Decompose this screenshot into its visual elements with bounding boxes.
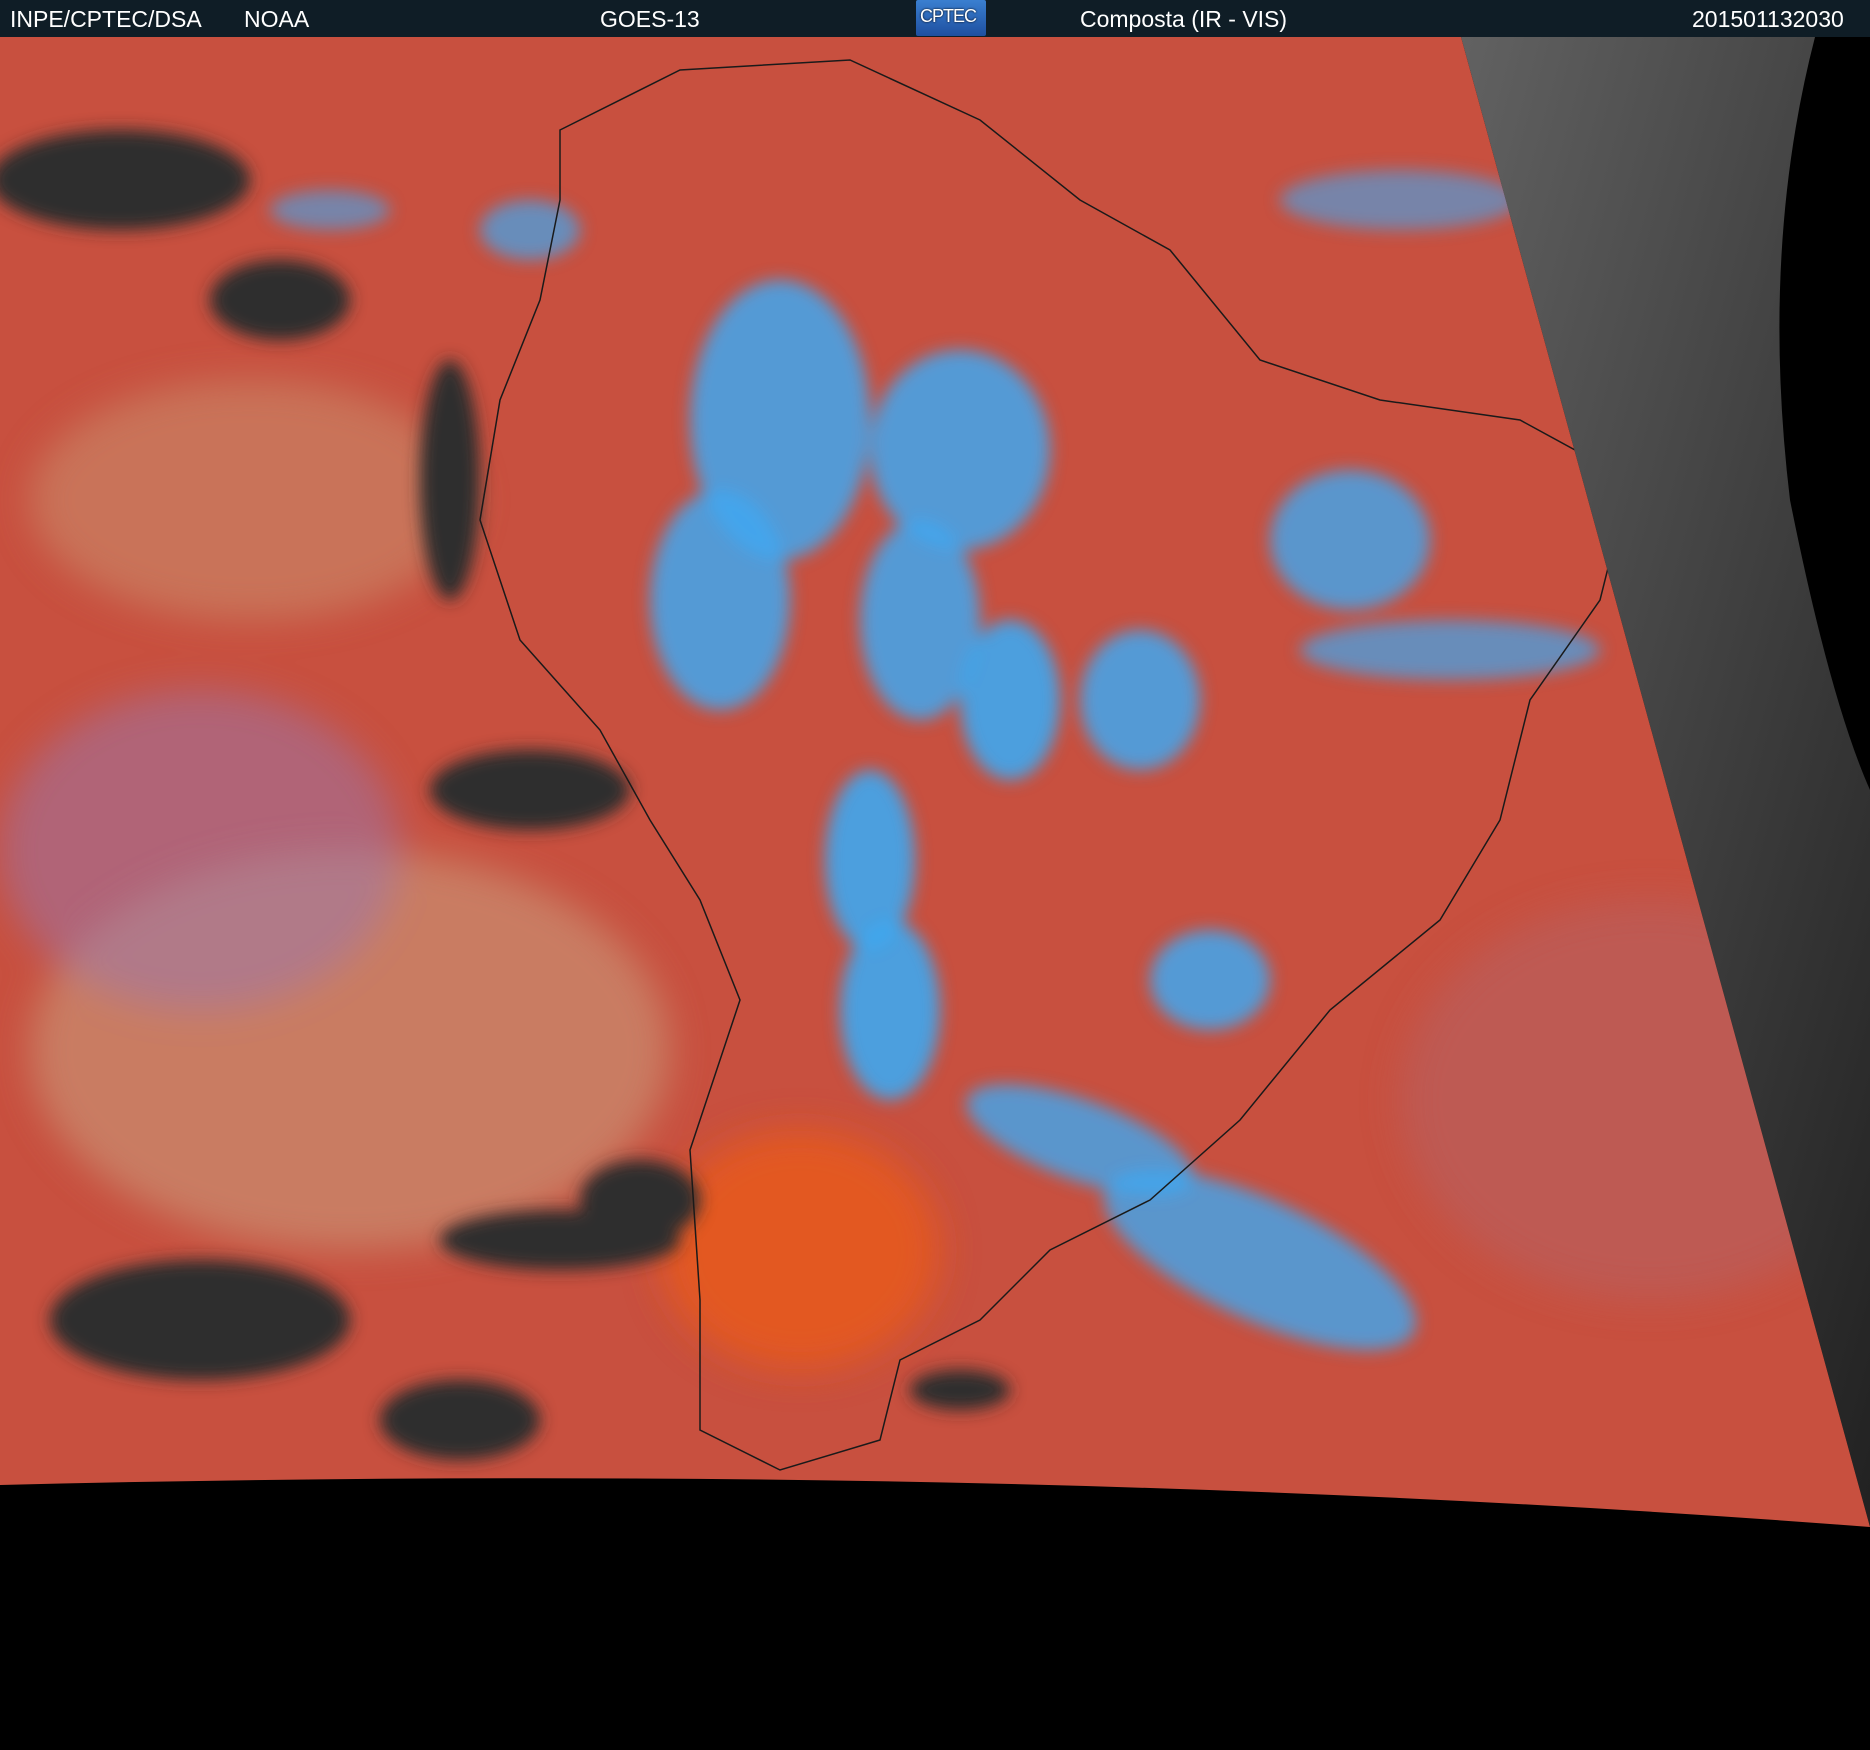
product-label: Composta (IR - VIS) bbox=[1080, 6, 1288, 32]
header-bar: INPE/CPTEC/DSA NOAA GOES-13 CPTEC Compos… bbox=[0, 0, 1870, 37]
satellite-label: GOES-13 bbox=[600, 6, 700, 32]
timestamp-label: 201501132030 bbox=[1692, 6, 1844, 32]
agency-label: INPE/CPTEC/DSA bbox=[10, 6, 202, 32]
provider-label: NOAA bbox=[244, 6, 310, 32]
satellite-image bbox=[0, 37, 1870, 1750]
logo-text: CPTEC bbox=[920, 6, 977, 26]
cptec-logo: CPTEC bbox=[916, 0, 986, 36]
